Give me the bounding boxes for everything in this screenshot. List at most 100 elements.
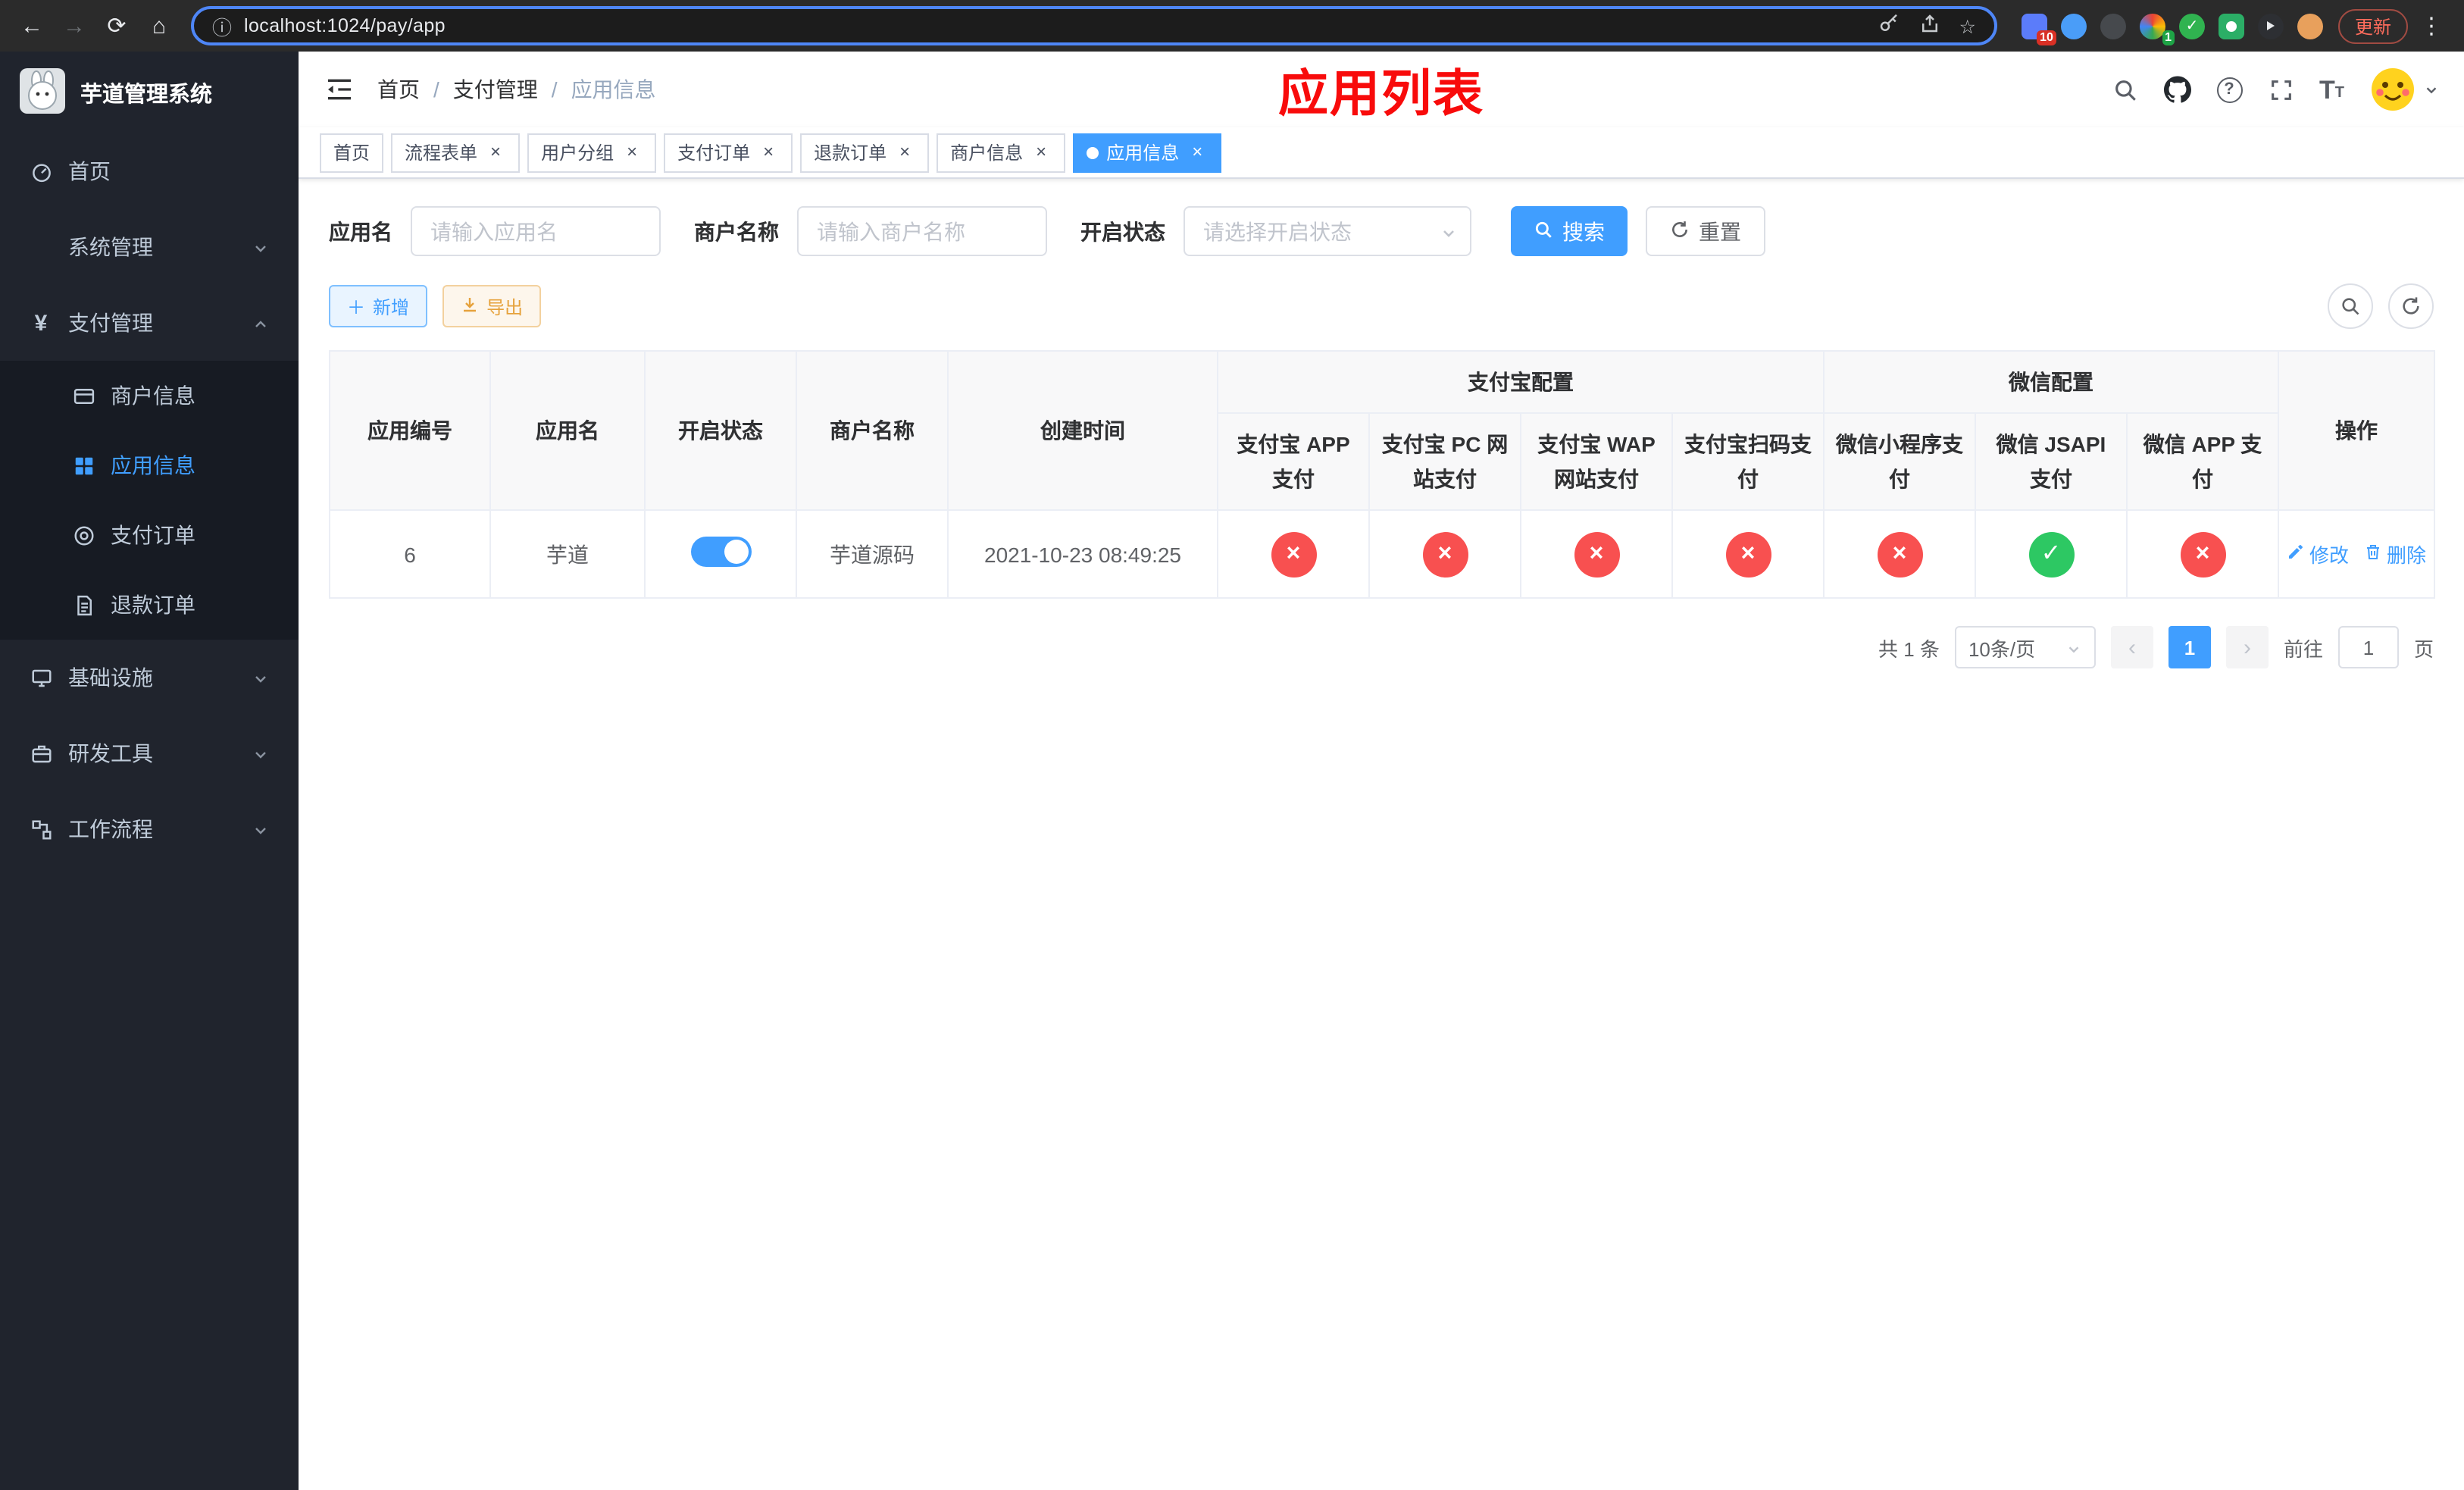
navbar: 首页 / 支付管理 / 应用信息 应用列表 ? TT (299, 52, 2464, 127)
close-icon[interactable]: × (894, 141, 915, 163)
github-icon[interactable] (2163, 76, 2190, 103)
sidebar-item-payment[interactable]: ¥ 支付管理 (0, 285, 299, 361)
share-icon[interactable] (1918, 12, 1941, 39)
breadcrumb-item[interactable]: 首页 (377, 74, 420, 105)
tag-merchant-info[interactable]: 商户信息 × (937, 133, 1066, 172)
search-button[interactable]: 搜索 (1511, 206, 1628, 256)
close-icon[interactable]: × (621, 141, 643, 163)
chevron-down-icon (1440, 222, 1458, 240)
browser-menu-icon[interactable]: ⋮ (2411, 12, 2452, 39)
cross-icon: × (1271, 531, 1316, 578)
extension-icon[interactable] (2100, 13, 2126, 39)
tag-process-form[interactable]: 流程表单 × (391, 133, 521, 172)
sidebar-logo[interactable]: 芋道管理系统 (0, 52, 299, 133)
reload-icon[interactable]: ⟳ (97, 6, 136, 45)
table-toolbar: ＋ 新增 导出 (329, 283, 2434, 329)
active-dot (1087, 146, 1099, 158)
extension-icon[interactable] (2257, 13, 2284, 39)
sidebar-item-label: 首页 (68, 159, 111, 183)
bookmark-star-icon[interactable]: ☆ (1959, 14, 1976, 37)
sidebar-item-refund-order[interactable]: 退款订单 (0, 570, 299, 640)
gear-icon (29, 235, 53, 259)
sidebar-item-pay-order[interactable]: 支付订单 (0, 500, 299, 570)
omnibox-icons: ☆ (1878, 12, 1976, 39)
merchant-name-label: 商户名称 (694, 219, 779, 243)
add-button[interactable]: ＋ 新增 (329, 285, 428, 327)
workflow-icon (29, 817, 53, 841)
delete-button[interactable]: 删除 (2364, 540, 2426, 568)
close-icon[interactable]: × (1030, 141, 1052, 163)
goto-page-input[interactable] (2337, 626, 2399, 669)
breadcrumb-separator: / (551, 77, 558, 102)
status-select[interactable]: 请选择开启状态 (1184, 206, 1471, 256)
content: 应用名 商户名称 开启状态 请选择开启状态 搜索 重置 (299, 179, 2464, 1490)
extensions-area: 10 1 ✓ (2021, 13, 2323, 45)
cell-app-name: 芋道 (489, 509, 646, 599)
chevron-down-icon (252, 820, 270, 838)
tag-refund-order[interactable]: 退款订单 × (800, 133, 930, 172)
sidebar-item-label: 退款订单 (111, 593, 195, 617)
edit-button[interactable]: 修改 (2287, 540, 2349, 568)
breadcrumb-current: 应用信息 (571, 77, 656, 102)
cell-app-id: 6 (329, 509, 491, 599)
sidebar-item-workflow[interactable]: 工作流程 (0, 791, 299, 867)
sidebar-item-label: 支付管理 (68, 311, 153, 335)
search-icon[interactable] (2112, 77, 2137, 102)
chevron-up-icon (252, 314, 270, 332)
app-name-input[interactable] (411, 206, 661, 256)
extension-badge: 10 (2037, 30, 2056, 45)
toggle-search-button[interactable] (2328, 283, 2373, 329)
column-header: 应用编号 (329, 349, 491, 512)
cell-wechat-app: × (2126, 509, 2279, 599)
sidebar-item-merchant-info[interactable]: 商户信息 (0, 361, 299, 430)
tag-pay-order[interactable]: 支付订单 × (664, 133, 793, 172)
forward-icon[interactable]: → (55, 6, 94, 45)
column-header: 微信 APP 支付 (2126, 412, 2279, 512)
card-icon (71, 383, 95, 408)
tag-app-info[interactable]: 应用信息 × (1073, 133, 1222, 172)
back-icon[interactable]: ← (12, 6, 52, 45)
page-size-select[interactable]: 10条/页 (1954, 626, 2096, 669)
site-info-icon[interactable]: ⓘ (212, 11, 232, 40)
sidebar-fold-icon[interactable] (323, 73, 356, 106)
fullscreen-icon[interactable] (2268, 77, 2294, 102)
extension-icon[interactable]: ✓ (2178, 13, 2205, 39)
tag-home[interactable]: 首页 (320, 133, 384, 172)
prev-page-button[interactable]: ‹ (2110, 626, 2153, 669)
extension-icon[interactable]: 10 (2021, 13, 2056, 45)
close-icon[interactable]: × (1187, 141, 1208, 163)
breadcrumb-item[interactable]: 支付管理 (453, 74, 538, 105)
extension-icon[interactable]: 1 (2139, 13, 2175, 45)
sidebar-item-label: 工作流程 (68, 817, 153, 841)
merchant-name-input[interactable] (797, 206, 1047, 256)
next-page-button[interactable]: › (2225, 626, 2269, 669)
tag-user-group[interactable]: 用户分组 × (527, 133, 657, 172)
sidebar-item-system[interactable]: 系统管理 (0, 209, 299, 285)
url-text[interactable]: localhost:1024/pay/app (244, 15, 1865, 36)
column-header: 微信 JSAPI 支付 (1975, 412, 2128, 512)
sidebar-item-label: 支付订单 (111, 523, 195, 547)
help-icon[interactable]: ? (2216, 77, 2242, 102)
close-icon[interactable]: × (485, 141, 506, 163)
extension-icon[interactable] (2218, 13, 2244, 39)
sidebar-item-home[interactable]: 首页 (0, 133, 299, 209)
sidebar-item-app-info[interactable]: 应用信息 (0, 430, 299, 500)
address-bar[interactable]: ⓘ localhost:1024/pay/app ☆ (191, 6, 1997, 45)
extension-icon[interactable] (2297, 13, 2323, 39)
font-size-icon[interactable]: TT (2319, 77, 2344, 102)
current-page-button[interactable]: 1 (2168, 626, 2211, 669)
refresh-table-button[interactable] (2388, 283, 2434, 329)
key-icon[interactable] (1878, 12, 1900, 39)
reset-button[interactable]: 重置 (1646, 206, 1765, 256)
home-icon[interactable]: ⌂ (139, 6, 179, 45)
browser-update-button[interactable]: 更新 (2337, 8, 2408, 43)
export-button[interactable]: 导出 (442, 285, 542, 327)
close-icon[interactable]: × (758, 141, 779, 163)
document-icon (71, 593, 95, 617)
cell-alipay-app: × (1217, 509, 1370, 599)
sidebar-item-devtools[interactable]: 研发工具 (0, 715, 299, 791)
sidebar-item-infra[interactable]: 基础设施 (0, 640, 299, 715)
status-toggle[interactable] (690, 537, 751, 568)
extension-icon[interactable] (2060, 13, 2087, 39)
user-menu[interactable] (2370, 67, 2440, 112)
